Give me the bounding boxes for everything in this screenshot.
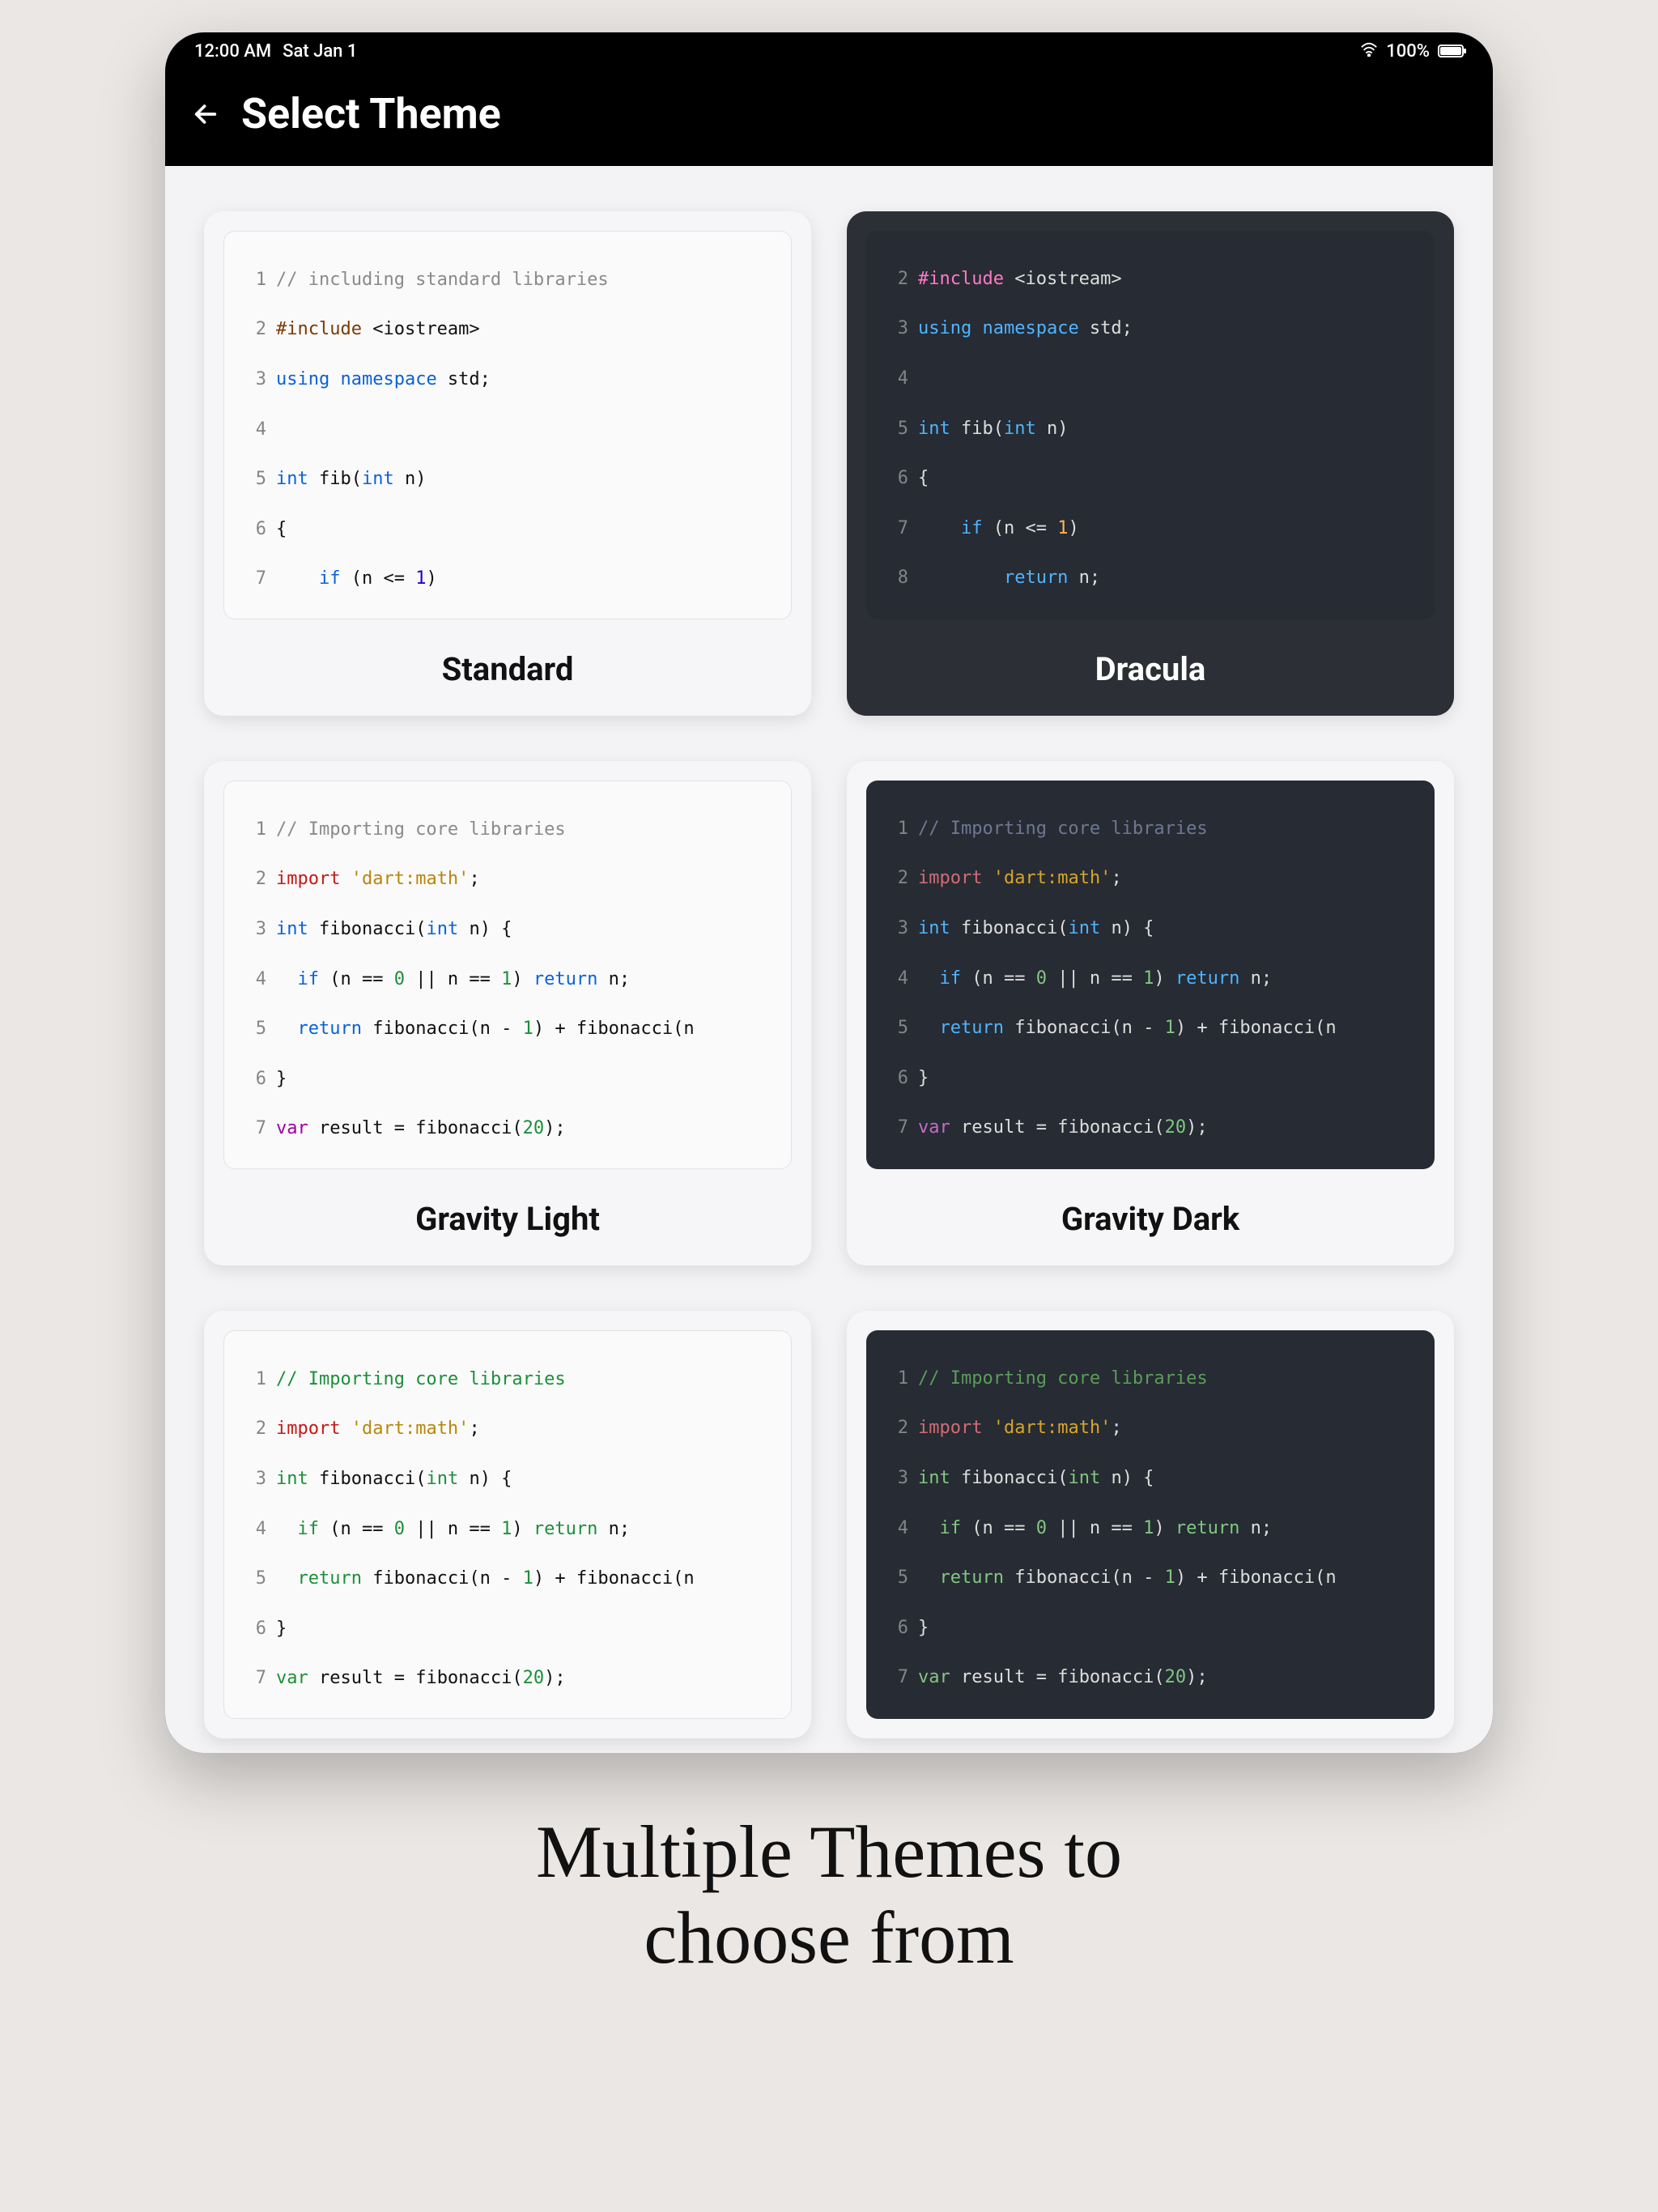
marketing-tagline: Multiple Themes to choose from <box>0 1810 1658 1981</box>
battery-icon <box>1438 45 1464 57</box>
wifi-icon <box>1360 41 1378 62</box>
theme-card[interactable]: 1// Importing core libraries 2import 'da… <box>204 1311 811 1738</box>
code-preview: 1// Importing core libraries 2import 'da… <box>223 781 792 1169</box>
back-button[interactable] <box>189 98 222 130</box>
battery-percent: 100% <box>1386 41 1430 62</box>
theme-name: Gravity Light <box>204 1189 811 1266</box>
arrow-left-icon <box>192 100 219 128</box>
code-preview: 2#include <iostream> 3using namespace st… <box>866 231 1435 619</box>
theme-card-gravity-dark[interactable]: 1// Importing core libraries 2import 'da… <box>847 761 1454 1266</box>
code-preview: 1// Importing core libraries 2import 'da… <box>223 1330 792 1719</box>
app-bar: Select Theme <box>165 70 1493 166</box>
theme-grid-container: 1// including standard libraries 2#inclu… <box>165 166 1493 1753</box>
theme-card-gravity-light[interactable]: 1// Importing core libraries 2import 'da… <box>204 761 811 1266</box>
theme-name: Gravity Dark <box>847 1189 1454 1266</box>
device-frame: 12:00 AM Sat Jan 1 100% Select Theme 1//… <box>165 32 1493 1753</box>
code-preview: 1// Importing core libraries 2import 'da… <box>866 1330 1435 1719</box>
status-date: Sat Jan 1 <box>283 41 357 62</box>
theme-card-dracula[interactable]: 2#include <iostream> 3using namespace st… <box>847 211 1454 716</box>
theme-card-standard[interactable]: 1// including standard libraries 2#inclu… <box>204 211 811 716</box>
theme-card[interactable]: 1// Importing core libraries 2import 'da… <box>847 1311 1454 1738</box>
theme-grid: 1// including standard libraries 2#inclu… <box>204 211 1454 1738</box>
page-title: Select Theme <box>241 89 501 138</box>
status-bar: 12:00 AM Sat Jan 1 100% <box>165 32 1493 70</box>
code-preview: 1// Importing core libraries 2import 'da… <box>866 781 1435 1169</box>
theme-name: Dracula <box>847 639 1454 716</box>
status-time: 12:00 AM <box>194 41 271 62</box>
theme-name: Standard <box>204 639 811 716</box>
code-preview: 1// including standard libraries 2#inclu… <box>223 231 792 619</box>
